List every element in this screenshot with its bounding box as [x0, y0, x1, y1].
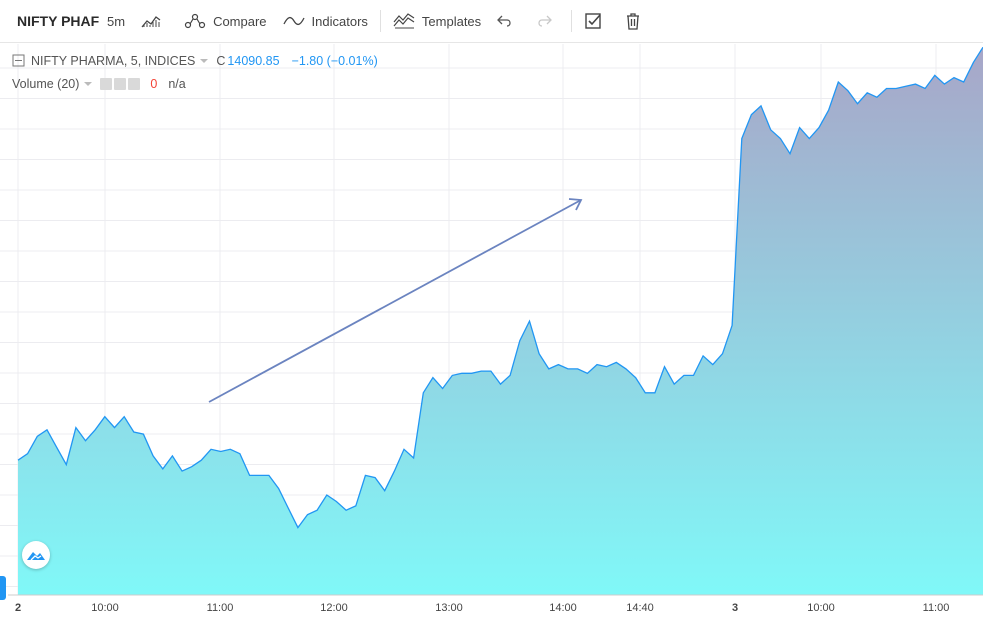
interval-button[interactable]: 5m	[99, 0, 133, 42]
close-icon[interactable]	[128, 78, 141, 90]
time-tick-label: 12:00	[320, 602, 348, 614]
select-button[interactable]	[576, 0, 617, 42]
time-tick-label: 3	[731, 602, 739, 614]
templates-label: Templates	[421, 13, 482, 29]
time-tick-label: 13:00	[435, 602, 463, 614]
undo-button[interactable]	[489, 0, 528, 42]
top-toolbar: NIFTY PHAF 5m Compare Indicators Templat…	[0, 0, 983, 43]
indicators-button[interactable]: Indicators	[275, 0, 376, 42]
price-change: −1.80 (−0.01%)	[291, 54, 378, 68]
area-chart-icon	[141, 16, 161, 28]
redo-icon	[538, 15, 553, 27]
collapse-icon[interactable]	[12, 54, 26, 68]
indicators-icon	[282, 16, 305, 26]
series-title[interactable]: NIFTY PHARMA, 5, INDICES	[31, 54, 195, 68]
eye-icon[interactable]	[100, 78, 113, 90]
gear-icon[interactable]	[114, 78, 127, 90]
time-tick-label: 11:00	[922, 602, 950, 614]
logo-icon	[27, 552, 45, 561]
chevron-down-icon[interactable]	[82, 79, 94, 89]
volume-legend: Volume (20) 0 n/a	[12, 77, 186, 91]
volume-title[interactable]: Volume (20)	[12, 77, 79, 91]
undo-icon	[497, 15, 511, 27]
trash-icon	[627, 13, 640, 30]
time-tick-label: 2	[14, 602, 22, 614]
time-tick-label: 11:00	[206, 602, 234, 614]
close-value: 14090.85	[227, 54, 280, 68]
volume-value: 0	[150, 77, 158, 91]
close-prefix: C	[216, 54, 226, 68]
price-chart[interactable]	[0, 42, 983, 623]
symbol-search-button[interactable]: NIFTY PHAF	[0, 13, 99, 29]
delete-button[interactable]	[617, 0, 656, 42]
time-tick-label: 14:00	[549, 602, 577, 614]
indicators-label: Indicators	[311, 13, 368, 29]
brand-logo[interactable]	[22, 541, 50, 569]
templates-icon	[393, 13, 415, 29]
redo-button[interactable]	[528, 0, 567, 42]
compare-icon	[184, 13, 206, 29]
chevron-down-icon[interactable]	[198, 56, 210, 66]
compare-label: Compare	[213, 13, 267, 29]
checkbox-icon	[585, 13, 601, 29]
toolbar-divider	[379, 10, 381, 32]
compare-button[interactable]: Compare	[176, 0, 274, 42]
side-panel-toggle[interactable]	[0, 576, 6, 600]
time-tick-label: 14:40	[626, 602, 654, 614]
toolbar-divider	[571, 10, 573, 32]
chart-style-button[interactable]	[133, 0, 176, 42]
time-tick-label: 10:00	[807, 602, 835, 614]
time-tick-label: 10:00	[91, 602, 119, 614]
series-legend: NIFTY PHARMA, 5, INDICES C 14090.85 −1.8…	[12, 54, 378, 68]
volume-na: n/a	[168, 77, 186, 91]
templates-button[interactable]: Templates	[385, 0, 489, 42]
